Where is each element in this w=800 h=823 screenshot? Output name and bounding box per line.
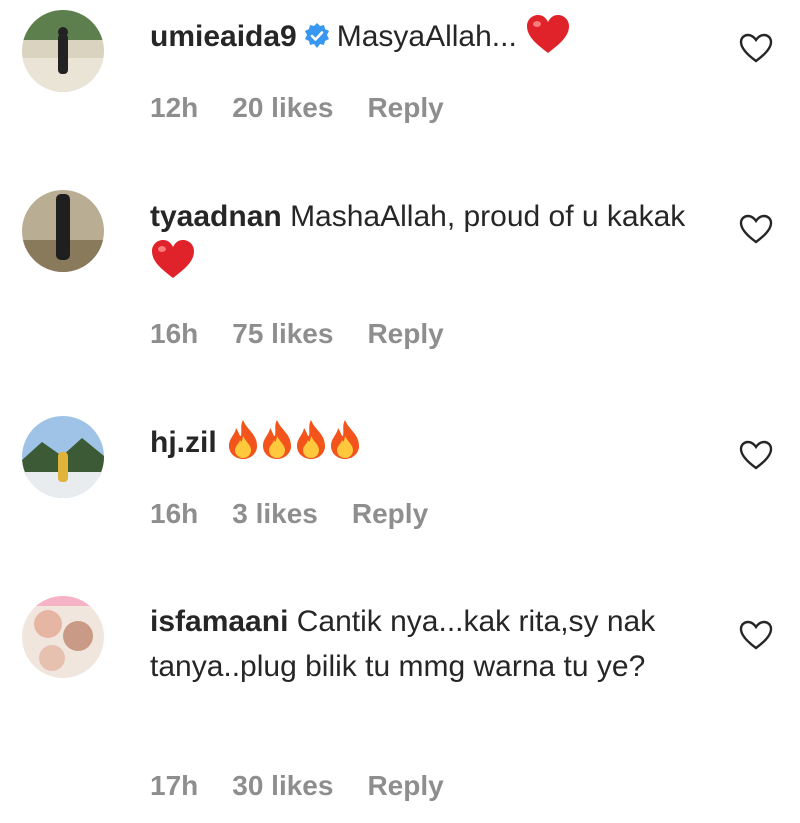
like-heart-icon[interactable] [738,439,774,471]
comment-meta: 17h 30 likes Reply [150,770,444,802]
comment-username[interactable]: tyaadnan [150,200,282,233]
reply-button[interactable]: Reply [367,92,443,124]
comment-username[interactable]: hj.zil [150,426,217,459]
comment-body: isfamaani Cantik nya...kak rita,sy nak t… [150,599,710,689]
avatar[interactable] [22,190,104,272]
red-heart-emoji [150,239,196,292]
reply-button[interactable]: Reply [367,318,443,350]
avatar[interactable] [22,416,104,498]
fire-emoji [327,418,363,473]
comment-body: hj.zil [150,418,710,473]
reply-button[interactable]: Reply [367,770,443,802]
like-heart-icon[interactable] [738,213,774,245]
comment-time[interactable]: 16h [150,498,198,530]
verified-badge-icon [303,18,331,48]
fire-emoji [293,418,329,473]
comment-likes[interactable]: 3 likes [232,498,318,530]
comment-time[interactable]: 17h [150,770,198,802]
comment-body: umieaida9 MasyaAllah... [150,14,710,67]
comment-likes[interactable]: 75 likes [232,318,333,350]
comment-meta: 12h 20 likes Reply [150,92,444,124]
reply-button[interactable]: Reply [352,498,428,530]
fire-emoji [259,418,295,473]
avatar[interactable] [22,10,104,92]
comment-text: MasyaAllah... [336,20,517,53]
comment-time[interactable]: 16h [150,318,198,350]
comment-body: tyaadnan MashaAllah, proud of u kakak [150,194,710,292]
comment-likes[interactable]: 20 likes [232,92,333,124]
comment-text: MashaAllah, proud of u kakak [290,200,686,233]
like-heart-icon[interactable] [738,619,774,651]
fire-emoji [225,418,261,473]
comment-meta: 16h 75 likes Reply [150,318,444,350]
red-heart-emoji [525,14,571,67]
comment-time[interactable]: 12h [150,92,198,124]
comment-meta: 16h 3 likes Reply [150,498,428,530]
comment-likes[interactable]: 30 likes [232,770,333,802]
comment-username[interactable]: isfamaani [150,605,288,638]
like-heart-icon[interactable] [738,32,774,64]
comment-username[interactable]: umieaida9 [150,20,297,53]
avatar[interactable] [22,596,104,678]
